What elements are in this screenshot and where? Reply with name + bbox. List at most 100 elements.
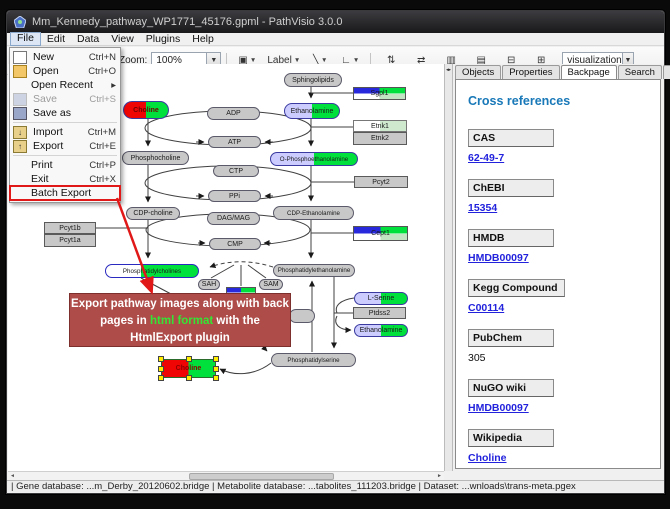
selection-handle[interactable]: [213, 375, 219, 381]
callout-line2: pages in html format with the: [70, 313, 290, 330]
pathway-node-pcyt2[interactable]: Pcyt2: [354, 176, 408, 188]
selection-handle[interactable]: [186, 375, 192, 381]
pathway-node-o-phosphoethanolamine[interactable]: O-Phosphoethanolamine: [270, 152, 358, 166]
pathway-node-ppi[interactable]: PPi: [208, 190, 261, 202]
pathway-node-cdp-ethanolamine[interactable]: CDP-Ethanolamine: [273, 206, 354, 220]
panel-splitter[interactable]: ◂▸: [444, 64, 453, 471]
backpage-panel: Cross references CAS62-49-7ChEBI15354HMD…: [455, 79, 661, 469]
menu-item-batch-export[interactable]: Batch Export: [10, 186, 120, 200]
menu-item-save[interactable]: SaveCtrl+S: [10, 92, 120, 106]
menu-shortcut: Ctrl+S: [89, 94, 116, 105]
title-bar: Mm_Kennedy_pathway_WP1771_45176.gpml - P…: [7, 11, 664, 33]
menu-item-save-as[interactable]: Save as: [10, 106, 120, 120]
selection-handle[interactable]: [158, 356, 164, 362]
menu-bar: File Edit Data View Plugins Help: [7, 33, 664, 46]
tab-objects[interactable]: Objects: [455, 65, 501, 79]
pathway-node-dag-mag[interactable]: DAG/MAG: [207, 212, 260, 225]
menubar-item-edit[interactable]: Edit: [41, 33, 71, 46]
crossref-link-nugo-wiki[interactable]: HMDB00097: [468, 402, 529, 414]
new-file-icon: [13, 51, 27, 64]
crossref-link-cas[interactable]: 62-49-7: [468, 152, 504, 164]
crossref-section-wikipedia: WikipediaCholine: [468, 428, 660, 464]
import-icon: ↓: [13, 126, 27, 139]
crossref-link-kegg-compound[interactable]: C00114: [468, 302, 504, 314]
callout-line1: Export pathway images along with back: [70, 296, 290, 313]
menu-item-label: Batch Export: [31, 187, 112, 199]
menu-item-import[interactable]: ↓ Import Ctrl+M: [10, 125, 120, 139]
status-bar: | Gene database: ...m_Derby_20120602.bri…: [7, 480, 664, 492]
pathway-node-etnk1[interactable]: Etnk1: [353, 120, 407, 132]
tab-search[interactable]: Search: [618, 65, 662, 79]
crossref-link-hmdb[interactable]: HMDB00097: [468, 252, 529, 264]
menu-item-print[interactable]: PrintCtrl+P: [10, 158, 120, 172]
pathway-node-phosphocholine[interactable]: Phosphocholine: [122, 151, 189, 165]
crossref-header: HMDB: [468, 229, 554, 247]
tab-properties[interactable]: Properties: [502, 65, 559, 79]
menu-shortcut: Ctrl+E: [89, 141, 116, 152]
menubar-item-data[interactable]: Data: [71, 33, 105, 46]
selection-handle[interactable]: [158, 366, 164, 372]
crossref-section-hmdb: HMDB HMDB00097: [468, 228, 660, 264]
pathway-node-phosphatidylserine[interactable]: Phosphatidylserine: [271, 353, 356, 367]
menubar-item-help[interactable]: Help: [186, 33, 220, 46]
menu-separator: [13, 122, 117, 123]
pathway-node-etnk2[interactable]: Etnk2: [353, 132, 407, 145]
crossref-link-wikipedia[interactable]: Choline: [468, 452, 507, 464]
selection-handle[interactable]: [186, 356, 192, 362]
pathway-node-sgpl1[interactable]: Sgpl1: [353, 87, 406, 100]
selection-handle[interactable]: [158, 375, 164, 381]
annotation-callout: Export pathway images along with back pa…: [69, 293, 291, 347]
menu-item-open-recent[interactable]: Open Recent ▸: [10, 78, 120, 92]
pathway-node-adp[interactable]: ADP: [207, 107, 260, 120]
submenu-arrow-icon: ▸: [111, 80, 116, 91]
menu-item-new[interactable]: NewCtrl+N: [10, 50, 120, 64]
pathway-node-ptdss2[interactable]: Ptdss2: [353, 307, 406, 319]
crossref-value-pubchem: 305: [468, 352, 486, 364]
pathway-node-cept1[interactable]: Cept1: [353, 226, 408, 241]
selection-handle[interactable]: [213, 356, 219, 362]
menu-item-exit[interactable]: ExitCtrl+X: [10, 172, 120, 186]
pathway-node-sphingolipids[interactable]: Sphingolipids: [284, 73, 342, 87]
pathway-node-phosphatidylcholines[interactable]: Phosphatidylcholines: [105, 264, 199, 278]
selection-handle[interactable]: [213, 366, 219, 372]
crossref-section-cas: CAS62-49-7: [468, 128, 660, 164]
scroll-right-icon[interactable]: ►: [435, 473, 444, 480]
menu-item-label: Import: [33, 126, 84, 138]
pathway-node-phosphatidylethanolamine[interactable]: Phosphatidylethanolamine: [273, 264, 355, 277]
pathway-node-ethanolamine-top[interactable]: Ethanolamine: [284, 103, 340, 119]
crossref-link-chebi[interactable]: 15354: [468, 202, 497, 214]
app-icon: [14, 16, 26, 28]
pathway-node-pcyt1a[interactable]: Pcyt1a: [44, 234, 96, 247]
tab-legend[interactable]: Legend: [663, 65, 670, 79]
hscrollbar-thumb[interactable]: [189, 473, 334, 480]
menu-shortcut: Ctrl+M: [88, 127, 116, 138]
screen: Mm_Kennedy_pathway_WP1771_45176.gpml - P…: [0, 0, 670, 509]
menu-item-label: New: [33, 51, 85, 63]
crossref-section-chebi: ChEBI15354: [468, 178, 660, 214]
menubar-item-view[interactable]: View: [105, 33, 140, 46]
menu-shortcut: Ctrl+X: [89, 174, 116, 185]
pathway-node-node-fragment[interactable]: [289, 309, 315, 323]
pathway-node-atp[interactable]: ATP: [208, 136, 261, 148]
save-as-icon: [13, 107, 27, 120]
menu-item-label: Print: [31, 159, 85, 171]
pathway-node-pcyt1b[interactable]: Pcyt1b: [44, 222, 96, 234]
menubar-item-plugins[interactable]: Plugins: [140, 33, 186, 46]
crossref-sections: CAS62-49-7ChEBI15354HMDBHMDB00097Kegg Co…: [468, 128, 660, 464]
tab-backpage[interactable]: Backpage: [561, 65, 617, 79]
pathway-node-sah[interactable]: SAH: [198, 279, 220, 290]
pathway-node-choline-top[interactable]: Choline: [123, 101, 169, 119]
pathway-node-sam[interactable]: SAM: [259, 279, 283, 290]
menu-item-export[interactable]: ↑ExportCtrl+E: [10, 139, 120, 153]
menu-item-label: Open Recent: [31, 79, 107, 91]
scroll-left-icon[interactable]: ◄: [8, 473, 17, 480]
pathway-node-cdp-choline[interactable]: CDP-choline: [126, 207, 180, 220]
pathway-node-ctp[interactable]: CTP: [213, 165, 259, 177]
menubar-item-file[interactable]: File: [10, 32, 41, 46]
menu-separator: [13, 155, 117, 156]
pathway-node-cmp[interactable]: CMP: [209, 238, 261, 250]
menu-item-open[interactable]: OpenCtrl+O: [10, 64, 120, 78]
callout-highlight: html format: [150, 315, 213, 327]
pathway-node-ethanolamine-bottom[interactable]: Ethanolamine: [354, 324, 408, 337]
pathway-node-l-serine[interactable]: L-Serine: [354, 292, 408, 305]
